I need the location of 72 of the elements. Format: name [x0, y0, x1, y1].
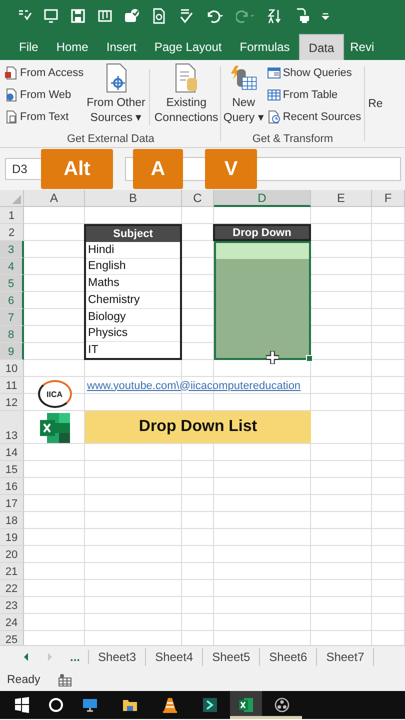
row-header[interactable]: 11 [0, 377, 24, 394]
sheet-tab[interactable]: Sheet7 [317, 648, 374, 666]
row-header[interactable]: 24 [0, 614, 24, 631]
table-cell-text: IT [87, 343, 100, 358]
group-label: Get & Transform [251, 133, 334, 145]
from-table-button[interactable]: From Table [266, 85, 362, 105]
row-header[interactable]: 20 [0, 546, 24, 563]
ribbon-tab[interactable]: Page Layout [145, 34, 231, 60]
row-header[interactable]: 12 [0, 394, 24, 411]
ribbon-tab[interactable]: Data [298, 34, 344, 60]
row-header[interactable]: 14 [0, 444, 24, 461]
row-header[interactable]: 19 [0, 529, 24, 546]
row-header[interactable]: 3 [0, 241, 24, 258]
logo: IICA [38, 380, 72, 408]
row-header[interactable]: 4 [0, 258, 24, 275]
table-cell: Biology [86, 308, 180, 326]
row-header[interactable]: 2 [0, 224, 24, 241]
row-header[interactable]: 21 [0, 563, 24, 580]
sheet-tab[interactable]: Sheet4 [146, 648, 204, 666]
refresh-button[interactable]: Re [367, 60, 383, 110]
from-other-sources-button[interactable]: From Other Sources ▾ [86, 63, 146, 127]
new-query-button[interactable]: New Query ▾ [223, 63, 264, 127]
column-header[interactable]: A [24, 190, 85, 207]
row-header[interactable]: 1 [0, 207, 24, 224]
status-text: Ready [7, 674, 40, 686]
group-label: Get External Data [66, 133, 156, 145]
ribbon-tab[interactable]: File [10, 34, 48, 60]
table-cell: Chemistry [86, 292, 180, 309]
existing-connections-button[interactable]: Existing Connections [154, 63, 218, 127]
table-cell: Hindi [86, 242, 180, 258]
table-header: Subject [86, 226, 180, 242]
column-header[interactable]: E [311, 190, 372, 207]
row-header[interactable]: 8 [0, 326, 24, 343]
row-header[interactable]: 18 [0, 512, 24, 529]
row-header[interactable]: 25 [0, 631, 24, 645]
show-queries-button[interactable]: Show Queries [266, 63, 362, 83]
key-tip-tooltip: A [133, 149, 183, 189]
column-header[interactable]: C [182, 190, 214, 207]
row-header[interactable]: 5 [0, 275, 24, 292]
column-header[interactable]: F [372, 190, 405, 207]
sheet-tab[interactable]: Sheet3 [89, 648, 146, 666]
ribbon-tab[interactable]: Home [47, 34, 98, 60]
from-web-button[interactable]: From Web [3, 85, 85, 105]
ribbon-tab[interactable]: Insert [97, 34, 146, 60]
table-cell: English [86, 258, 180, 276]
sheet-tab[interactable]: Sheet6 [260, 648, 318, 666]
from-access-button[interactable]: From Access [3, 63, 85, 83]
row-header[interactable]: 6 [0, 292, 24, 309]
column-header[interactable]: D [214, 190, 311, 207]
row-header[interactable]: 23 [0, 597, 24, 614]
row-header[interactable]: 22 [0, 580, 24, 597]
table-cell: Maths [86, 275, 180, 292]
row-header[interactable]: 17 [0, 495, 24, 512]
ribbon-tab[interactable]: Formulas [230, 34, 299, 60]
row-header[interactable]: 16 [0, 478, 24, 495]
ribbon-tab[interactable]: Revi [344, 34, 374, 60]
from-text-button[interactable]: From Text [3, 107, 85, 127]
row-header[interactable]: 9 [0, 343, 24, 360]
key-tip-tooltip: Alt [41, 149, 113, 189]
row-header[interactable]: 10 [0, 360, 24, 377]
title-banner: Drop Down List [85, 411, 311, 443]
column-header[interactable]: B [85, 190, 182, 207]
link[interactable]: www.youtube.com\@iicacomputereducation [85, 380, 311, 392]
table-cell: Physics [86, 326, 180, 342]
row-header[interactable]: 15 [0, 461, 24, 478]
sheet-tab[interactable]: Sheet5 [203, 648, 260, 666]
recent-sources-button[interactable]: Recent Sources [266, 107, 362, 127]
row-header[interactable]: 13 [0, 411, 24, 444]
row-header[interactable]: 7 [0, 309, 24, 326]
key-tip-tooltip: V [205, 149, 257, 189]
more-sheets-button[interactable]: ... [70, 650, 90, 664]
table-header: Drop Down [213, 224, 311, 241]
